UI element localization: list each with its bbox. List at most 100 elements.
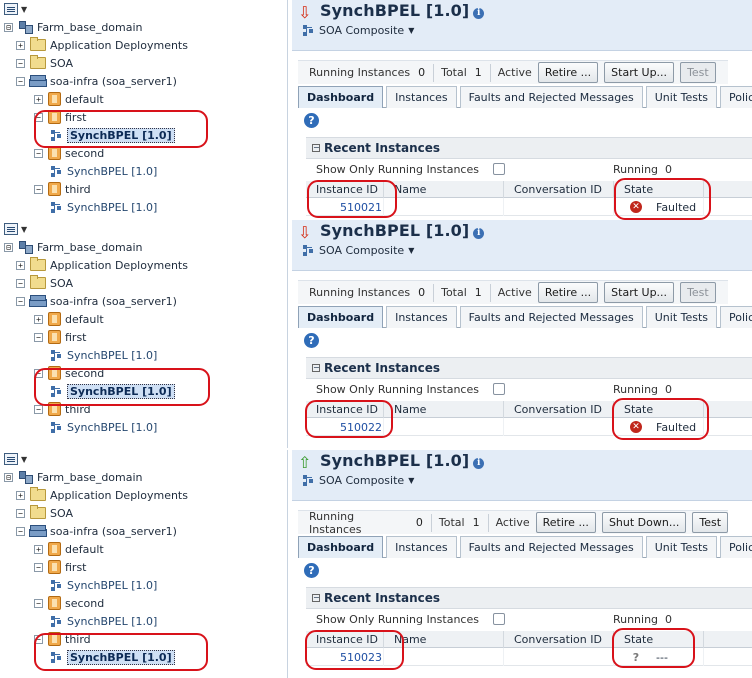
tree-node[interactable]: − first [0,108,287,126]
tree-toggle-icon[interactable]: − [34,562,43,572]
show-only-running-checkbox[interactable] [492,163,505,175]
tree-node[interactable]: − second [0,364,287,382]
tree-node-label[interactable]: third [65,633,91,646]
tree-node[interactable]: − second [0,594,287,612]
tree-node-label[interactable]: SynchBPEL [1.0] [67,649,175,665]
tree-toggle-icon[interactable]: − [34,404,43,414]
shut-down-button[interactable]: Shut Down... [601,512,687,533]
tree-node-label[interactable]: default [65,313,104,326]
chevron-down-icon[interactable]: ▼ [21,225,27,234]
tab-unit-tests[interactable]: Unit Tests [645,86,718,108]
chevron-down-icon[interactable]: ▼ [408,26,414,35]
column-header-conversation-id[interactable]: Conversation ID [504,631,614,648]
chevron-down-icon[interactable]: ▼ [21,5,27,14]
tree-node[interactable]: SynchBPEL [1.0] [0,126,287,144]
tree-node[interactable]: SynchBPEL [1.0] [0,418,287,436]
collapse-icon[interactable]: − [312,364,320,372]
tab-unit-tests[interactable]: Unit Tests [645,536,718,558]
tree-node-label[interactable]: SynchBPEL [1.0] [67,165,157,178]
recent-instances-header[interactable]: − Recent Instances [306,137,752,159]
tree-node-label[interactable]: SynchBPEL [1.0] [67,349,157,362]
soa-composite-menu-label[interactable]: SOA Composite [319,244,404,257]
tree-node[interactable]: ⊟ Farm_base_domain [0,18,287,36]
tab-instances[interactable]: Instances [386,306,457,328]
start-up-button[interactable]: Start Up... [604,282,675,303]
tree-node-label[interactable]: default [65,543,104,556]
tree-node-label[interactable]: second [65,147,104,160]
tree-node[interactable]: − SOA [0,504,287,522]
retire-button[interactable]: Retire ... [537,282,599,303]
tab-policies[interactable]: Policies [720,306,752,328]
tree-node[interactable]: − first [0,558,287,576]
tree-node-label[interactable]: third [65,183,91,196]
tree-node-label[interactable]: soa-infra (soa_server1) [50,295,177,308]
test-button[interactable]: Test [692,512,729,533]
tab-dashboard[interactable]: Dashboard [298,86,384,108]
collapse-icon[interactable]: − [312,594,320,602]
tree-node[interactable]: ⊟ Farm_base_domain [0,238,287,256]
tree-node[interactable]: − SOA [0,54,287,72]
column-header-state[interactable]: State [614,181,704,198]
tree-node[interactable]: + default [0,540,287,558]
column-header-instance-id[interactable]: Instance ID [306,631,384,648]
tree-node-label[interactable]: third [65,403,91,416]
tree-node[interactable]: − third [0,180,287,198]
instance-id-link[interactable]: 510022 [306,418,384,436]
tree-toggle-icon[interactable]: − [34,148,43,158]
tree-node-label[interactable]: first [65,331,87,344]
tree-node-label[interactable]: SOA [50,507,73,520]
tree-node-label[interactable]: first [65,561,87,574]
tab-policies[interactable]: Policies [720,86,752,108]
tree-node[interactable]: ⊟ Farm_base_domain [0,468,287,486]
tree-toggle-icon[interactable]: + [34,544,43,554]
tab-instances[interactable]: Instances [386,536,457,558]
tree-node-label[interactable]: SynchBPEL [1.0] [67,421,157,434]
tree-node[interactable]: + default [0,310,287,328]
soa-composite-menu[interactable]: SOA Composite ▼ [302,474,414,487]
tree-node[interactable]: SynchBPEL [1.0] [0,648,287,666]
column-header-conversation-id[interactable]: Conversation ID [504,181,614,198]
tree-node-label[interactable]: SynchBPEL [1.0] [67,383,175,399]
tree-node[interactable]: SynchBPEL [1.0] [0,612,287,630]
tree-toggle-icon[interactable]: − [34,634,43,644]
tree-node-label[interactable]: SOA [50,57,73,70]
tree-node[interactable]: SynchBPEL [1.0] [0,198,287,216]
tree-node-label[interactable]: SynchBPEL [1.0] [67,579,157,592]
start-up-button[interactable]: Start Up... [604,62,675,83]
tree-toggle-icon[interactable]: − [34,184,43,194]
soa-composite-menu-label[interactable]: SOA Composite [319,24,404,37]
tree-node[interactable]: − second [0,144,287,162]
tree-node[interactable]: − soa-infra (soa_server1) [0,522,287,540]
tree-node-label[interactable]: default [65,93,104,106]
tree-toggle-icon[interactable]: ⊟ [4,472,13,482]
tree-toggle-icon[interactable]: + [16,260,25,270]
column-header-state[interactable]: State [614,401,704,418]
tree-node[interactable]: SynchBPEL [1.0] [0,346,287,364]
tab-faults-and-rejected-messages[interactable]: Faults and Rejected Messages [459,86,643,108]
tree-node[interactable]: + Application Deployments [0,36,287,54]
tree-node-label[interactable]: first [65,111,87,124]
help-icon[interactable]: ? [304,113,319,128]
retire-button[interactable]: Retire ... [535,512,596,533]
show-only-running-checkbox[interactable] [492,613,505,625]
tree-node[interactable]: − first [0,328,287,346]
tree-toggle-icon[interactable]: − [34,598,43,608]
column-header-state[interactable]: State [614,631,704,648]
target-navigation-menu-icon[interactable] [4,453,18,465]
column-header-name[interactable]: Name [384,181,504,198]
recent-instances-header[interactable]: − Recent Instances [306,357,752,379]
tree-toggle-icon[interactable]: − [16,76,25,86]
tree-node-label[interactable]: SynchBPEL [1.0] [67,201,157,214]
tree-node[interactable]: + Application Deployments [0,486,287,504]
soa-composite-menu[interactable]: SOA Composite ▼ [302,24,414,37]
tree-toggle-icon[interactable]: + [16,490,25,500]
recent-instances-header[interactable]: − Recent Instances [306,587,752,609]
tab-unit-tests[interactable]: Unit Tests [645,306,718,328]
help-icon[interactable]: ? [304,333,319,348]
tree-node-label[interactable]: Application Deployments [50,489,188,502]
tree-node-label[interactable]: second [65,367,104,380]
tree-node[interactable]: − third [0,400,287,418]
tree-node[interactable]: − soa-infra (soa_server1) [0,72,287,90]
tree-toggle-icon[interactable]: + [34,94,43,104]
tree-node-label[interactable]: Application Deployments [50,39,188,52]
